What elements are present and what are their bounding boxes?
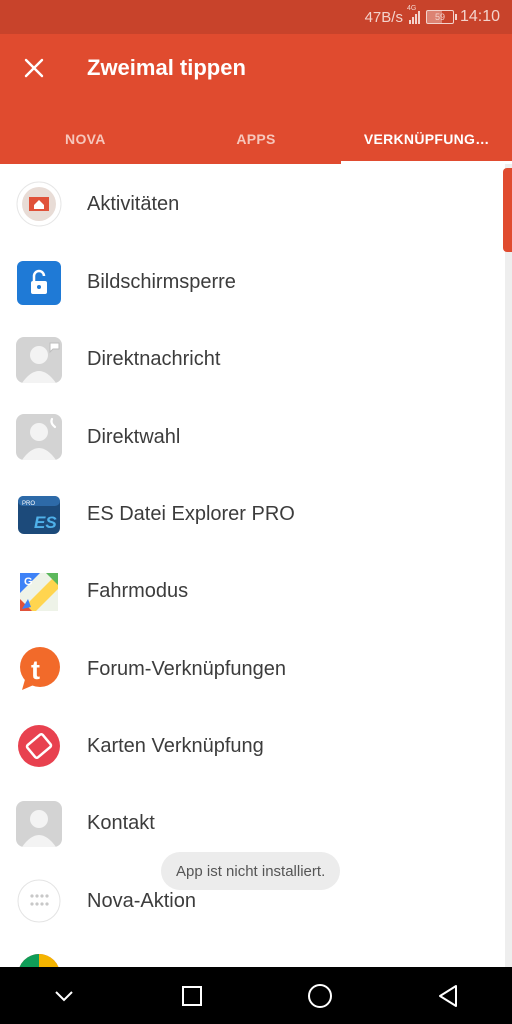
shortcut-list: Aktivitäten Bildschirmsperre Direktnachr… bbox=[0, 164, 505, 967]
tab-shortcuts[interactable]: VERKNÜPFUNG… bbox=[341, 114, 512, 164]
list-item[interactable]: Kontakt bbox=[0, 785, 505, 862]
svg-text:t: t bbox=[31, 655, 40, 685]
activities-icon bbox=[16, 181, 62, 227]
close-icon bbox=[24, 58, 44, 78]
list-item-label: ES Datei Explorer PRO bbox=[87, 503, 295, 526]
direct-message-contact-icon bbox=[16, 336, 62, 383]
home-button[interactable] bbox=[290, 967, 350, 1024]
list-item-label: Karten Verknüpfung bbox=[87, 734, 264, 757]
tab-nova[interactable]: NOVA bbox=[0, 114, 171, 164]
partial-app-icon bbox=[16, 952, 62, 967]
page-title: Zweimal tippen bbox=[87, 55, 246, 80]
es-file-explorer-icon: PRO ES bbox=[16, 492, 62, 538]
list-item-label: Aktivitäten bbox=[87, 192, 180, 215]
list-item[interactable]: Bildschirmsperre bbox=[0, 244, 505, 321]
list-item-label: Direktnachricht bbox=[87, 348, 221, 371]
toast-message: App ist nicht installiert. bbox=[161, 852, 341, 890]
nova-action-icon bbox=[16, 878, 62, 924]
list-item[interactable]: PRO ES ES Datei Explorer PRO bbox=[0, 476, 505, 553]
list-item-label: Direktwahl bbox=[87, 425, 181, 448]
tab-apps[interactable]: APPS bbox=[171, 114, 342, 164]
list-item-partial[interactable] bbox=[0, 940, 505, 967]
app-bar: Zweimal tippen NOVA APPS VERKNÜPFUNG… bbox=[0, 34, 512, 164]
battery-icon: 59 bbox=[425, 10, 457, 24]
navigation-bar bbox=[0, 967, 512, 1024]
screen-lock-icon bbox=[16, 260, 62, 306]
battery-level: 59 bbox=[434, 12, 445, 22]
svg-text:ES: ES bbox=[34, 513, 57, 532]
list-item-label: Bildschirmsperre bbox=[87, 271, 236, 294]
status-indicators: 47B/s 4G 59 14:10 bbox=[364, 5, 500, 26]
signal-icon: 4G bbox=[407, 5, 420, 24]
list-item[interactable]: Karten Verknüpfung bbox=[0, 708, 505, 785]
list-item-label: Nova-Aktion bbox=[87, 889, 196, 912]
recents-square-icon bbox=[182, 985, 202, 1006]
home-circle-icon bbox=[308, 983, 332, 1008]
svg-text:PRO: PRO bbox=[22, 501, 35, 507]
list-item-label: Forum-Verknüpfungen bbox=[87, 657, 287, 680]
back-triangle-icon bbox=[439, 984, 457, 1007]
driving-mode-maps-icon: G bbox=[16, 569, 62, 615]
list-item[interactable]: Direktnachricht bbox=[0, 321, 505, 398]
clock: 14:10 bbox=[459, 8, 500, 25]
tab-bar: NOVA APPS VERKNÜPFUNG… bbox=[0, 114, 512, 164]
list-item[interactable]: G Fahrmodus bbox=[0, 553, 505, 630]
close-button[interactable] bbox=[14, 48, 54, 88]
tapatalk-forum-icon: t bbox=[16, 646, 62, 692]
list-item-label: Kontakt bbox=[87, 812, 155, 835]
contact-icon bbox=[16, 800, 62, 847]
back-button[interactable] bbox=[418, 967, 478, 1024]
collapse-button[interactable] bbox=[34, 967, 94, 1024]
list-item-label: Fahrmodus bbox=[87, 580, 189, 603]
status-bar: 47B/s 4G 59 14:10 bbox=[0, 0, 512, 34]
scrollbar-track[interactable] bbox=[505, 164, 512, 967]
scrollbar-thumb[interactable] bbox=[503, 168, 512, 252]
list-item[interactable]: Aktivitäten bbox=[0, 164, 505, 244]
network-speed: 47B/s bbox=[364, 8, 403, 26]
list-item[interactable]: t Forum-Verknüpfungen bbox=[0, 630, 505, 707]
collapse-chevron-icon bbox=[55, 990, 73, 1001]
network-type: 4G bbox=[406, 5, 417, 12]
svg-text:G: G bbox=[24, 576, 33, 588]
recents-button[interactable] bbox=[162, 967, 222, 1024]
list-item[interactable]: Direktwahl bbox=[0, 399, 505, 476]
card-shortcut-icon bbox=[16, 723, 62, 769]
direct-dial-contact-icon bbox=[16, 414, 62, 461]
